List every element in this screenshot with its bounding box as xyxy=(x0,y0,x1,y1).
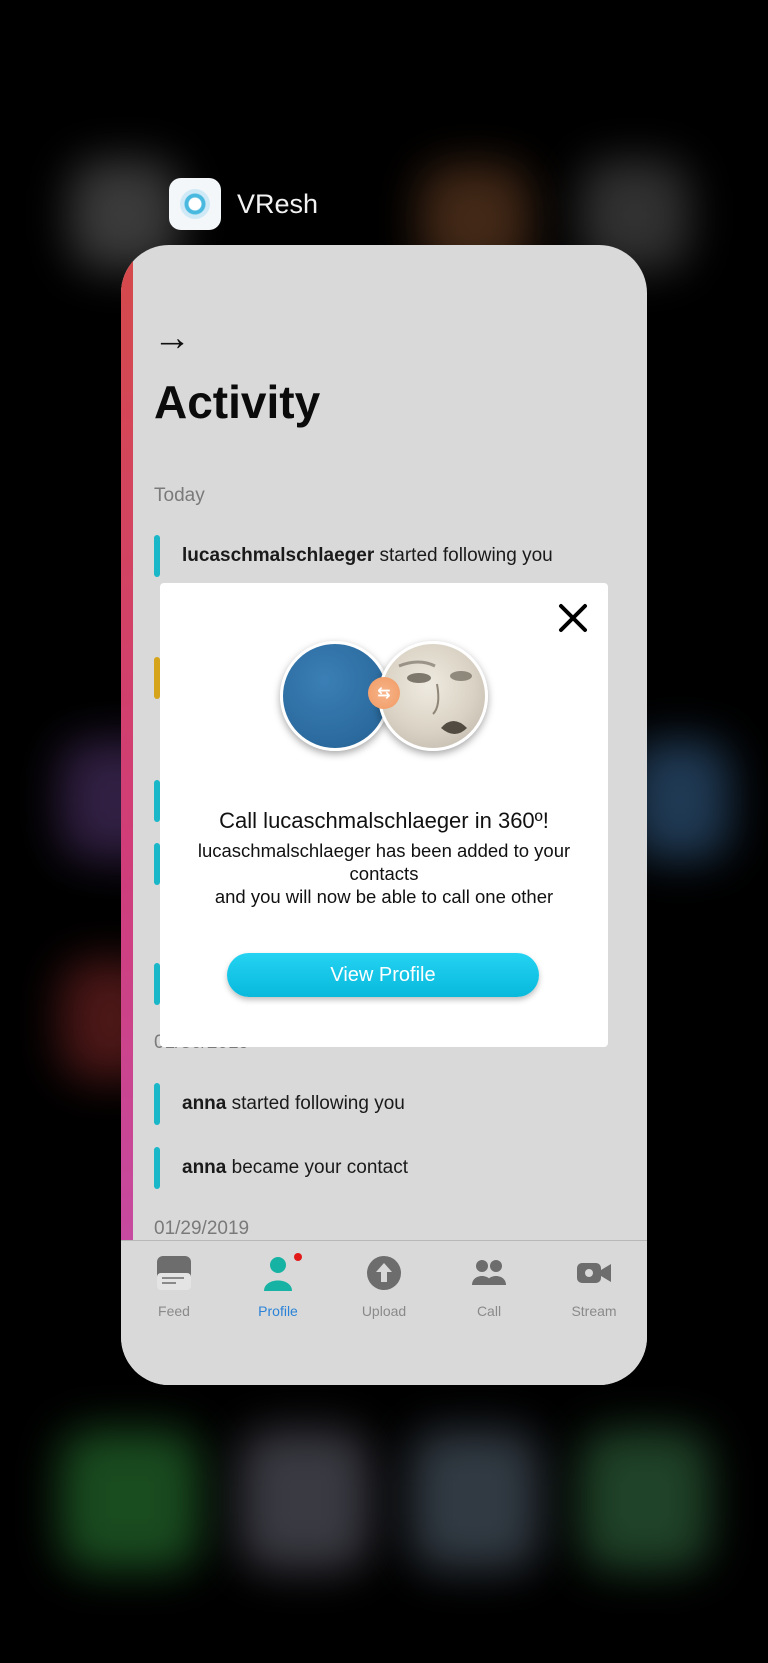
tab-label: Upload xyxy=(361,1303,407,1319)
activity-accent-bar xyxy=(154,535,160,577)
modal-body-line: lucaschmalschlaeger has been added to yo… xyxy=(197,840,571,884)
modal-body-line: and you will now be able to call one oth… xyxy=(214,886,554,907)
activity-username[interactable]: lucaschmalschlaeger xyxy=(182,545,374,566)
call-icon xyxy=(471,1255,507,1291)
activity-action: started following you xyxy=(226,1093,405,1114)
activity-accent-bar xyxy=(154,1083,160,1125)
tab-label: Call xyxy=(476,1303,502,1319)
bottom-tab-bar: Feed Profile Upload Call Stream xyxy=(121,1240,647,1385)
swap-icon: ⇆ xyxy=(368,677,400,709)
profile-icon xyxy=(260,1253,302,1291)
activity-action: became your contact xyxy=(226,1157,409,1178)
avatar-pair: ⇆ xyxy=(280,641,490,751)
tab-upload[interactable]: Upload xyxy=(339,1255,429,1319)
close-icon[interactable] xyxy=(558,603,588,633)
tab-label: Stream xyxy=(571,1303,617,1319)
app-switcher-header[interactable]: VResh xyxy=(169,178,318,230)
tab-call[interactable]: Call xyxy=(444,1255,534,1319)
upload-icon xyxy=(366,1255,402,1291)
tab-label: Profile xyxy=(258,1303,298,1319)
tab-feed[interactable]: Feed xyxy=(129,1255,219,1319)
tab-stream[interactable]: Stream xyxy=(549,1255,639,1319)
card-edge-accent xyxy=(121,245,133,1245)
feed-icon xyxy=(156,1255,192,1291)
section-date-today: Today xyxy=(154,485,205,506)
activity-username[interactable]: anna xyxy=(182,1157,226,1178)
section-date: 01/29/2019 xyxy=(154,1218,250,1239)
video-icon xyxy=(576,1255,612,1291)
page-title: Activity xyxy=(154,376,321,428)
contact-added-modal: ⇆ Call lucaschmalschlaeger in 360º! luca… xyxy=(160,583,608,1047)
notification-dot xyxy=(294,1253,302,1261)
activity-item[interactable]: anna became your contact xyxy=(154,1147,408,1189)
tab-profile[interactable]: Profile xyxy=(233,1253,323,1319)
app-name: VResh xyxy=(237,188,319,219)
back-arrow-icon[interactable]: → xyxy=(153,317,191,360)
vresh-app-icon xyxy=(169,178,221,230)
activity-username[interactable]: anna xyxy=(182,1093,226,1114)
activity-action: started following you xyxy=(374,545,553,566)
modal-body: lucaschmalschlaeger has been added to yo… xyxy=(180,839,588,908)
activity-item[interactable]: anna started following you xyxy=(154,1083,405,1125)
activity-item[interactable]: lucaschmalschlaeger started following yo… xyxy=(154,535,553,577)
activity-accent-bar xyxy=(154,1147,160,1189)
modal-title: Call lucaschmalschlaeger in 360º! xyxy=(219,808,549,833)
tab-label: Feed xyxy=(158,1303,190,1319)
view-profile-button[interactable]: View Profile xyxy=(227,953,539,997)
